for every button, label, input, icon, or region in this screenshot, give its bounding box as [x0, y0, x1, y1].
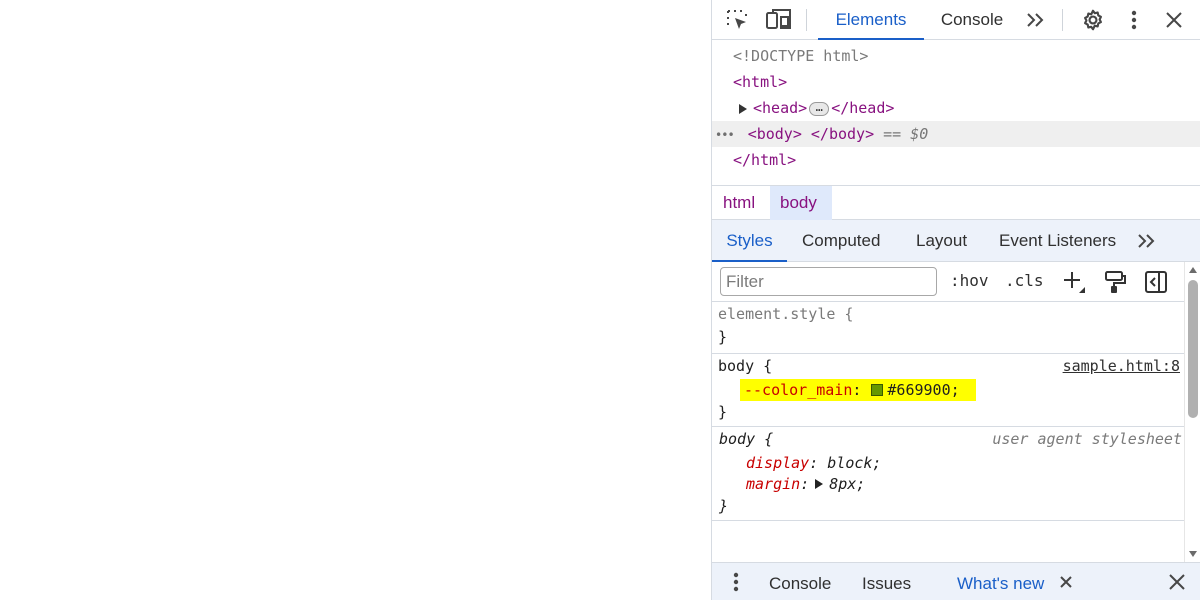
scroll-down-arrow-icon[interactable] — [1189, 551, 1197, 557]
property-name: --color_main — [744, 381, 853, 399]
drawer-tab-issues[interactable]: Issues — [862, 563, 911, 600]
body-open-tag: <body> — [747, 125, 802, 143]
scroll-thumb[interactable] — [1188, 280, 1198, 418]
styles-pane: element.style { } body { sample.html:8 -… — [712, 302, 1184, 562]
body-rule-user-agent: body { user agent stylesheet display: bl… — [712, 427, 1184, 521]
devtools-panel: Elements Console <!DOCTYPE html> <html> … — [711, 0, 1200, 600]
tab-styles[interactable]: Styles — [712, 220, 787, 262]
cls-toggle[interactable]: .cls — [1005, 271, 1044, 290]
body-rule-sample[interactable]: body { sample.html:8 --color_main: #66990… — [712, 354, 1184, 427]
dom-node-html-close[interactable]: </html> — [712, 147, 1200, 173]
doctype-text: <!DOCTYPE html> — [733, 47, 869, 65]
toggle-sidebar-icon[interactable] — [1142, 268, 1170, 296]
close-icon[interactable] — [1160, 6, 1188, 34]
property-value: block; — [827, 454, 882, 472]
styles-filter-bar: :hov .cls — [712, 262, 1184, 302]
devtools-toolbar: Elements Console — [712, 0, 1200, 40]
toolbar-separator — [1062, 9, 1063, 31]
margin-declaration: margin: 8px; — [746, 473, 865, 495]
format-paint-icon[interactable] — [1101, 268, 1129, 296]
rule-close-brace: } — [718, 403, 728, 421]
display-declaration: display: block; — [746, 452, 881, 474]
toolbar-separator — [806, 9, 807, 31]
new-style-rule-icon[interactable] — [1060, 268, 1088, 296]
custom-property-declaration[interactable]: --color_main: #669900; — [740, 379, 976, 401]
kebab-menu-icon[interactable] — [1120, 6, 1148, 34]
property-colon: : — [800, 475, 810, 493]
body-close-tag: </body> — [810, 125, 875, 143]
property-name: margin — [746, 475, 801, 493]
rule-selector: body { — [718, 357, 773, 375]
rule-close-brace: } — [718, 328, 728, 346]
filter-input[interactable] — [720, 267, 937, 296]
expand-triangle-icon[interactable] — [739, 103, 747, 114]
property-colon: : — [809, 454, 819, 472]
breadcrumb-item-body[interactable]: body — [770, 186, 832, 220]
property-value: 8px; — [829, 475, 866, 493]
inspect-element-icon[interactable] — [723, 6, 751, 34]
element-style-selector: element.style { — [718, 305, 854, 323]
drawer-tab-console[interactable]: Console — [769, 563, 831, 600]
tab-layout[interactable]: Layout — [916, 220, 967, 262]
settings-gear-icon[interactable] — [1079, 6, 1107, 34]
head-open-tag: <head> — [753, 99, 808, 117]
device-toolbar-icon[interactable] — [765, 6, 793, 34]
drawer-menu-icon[interactable] — [724, 570, 748, 594]
dom-tree: <!DOCTYPE html> <html> <head>… </head> ••… — [712, 41, 1200, 185]
dom-node-body[interactable]: ••• <body> </body> == $0 — [712, 121, 1200, 147]
page-viewport — [0, 0, 711, 600]
hov-toggle[interactable]: :hov — [950, 271, 989, 290]
html-open-tag: <html> — [733, 73, 788, 91]
collapsed-ellipsis-icon[interactable]: … — [809, 101, 830, 116]
html-close-tag: </html> — [733, 151, 797, 169]
expand-shorthand-icon[interactable] — [815, 479, 824, 489]
highlighted-declaration: --color_main: #669900; — [740, 379, 976, 401]
close-tab-icon[interactable] — [1054, 570, 1078, 594]
bottom-drawer: Console Issues What's new — [712, 562, 1200, 600]
tab-console[interactable]: Console — [934, 0, 1010, 40]
drawer-tab-whats-new[interactable]: What's new — [957, 563, 1044, 600]
color-swatch-icon[interactable] — [871, 384, 884, 396]
element-style-rule[interactable]: element.style { } — [712, 302, 1184, 354]
dom-node-head[interactable]: <head>… </head> — [712, 95, 1200, 121]
dom-node-doctype[interactable]: <!DOCTYPE html> — [712, 43, 1200, 69]
more-subtabs-icon[interactable] — [1136, 231, 1158, 255]
row-dots-icon[interactable]: ••• — [715, 128, 735, 142]
tab-computed[interactable]: Computed — [802, 220, 880, 262]
styles-scrollbar[interactable] — [1184, 262, 1200, 562]
property-name: display — [746, 454, 810, 472]
dom-node-html[interactable]: <html> — [712, 69, 1200, 95]
property-value: #669900; — [887, 381, 960, 399]
scroll-up-arrow-icon[interactable] — [1189, 267, 1197, 273]
tab-event-listeners[interactable]: Event Listeners — [999, 220, 1116, 262]
property-colon: : — [852, 381, 862, 399]
selected-marker: == $0 — [883, 125, 929, 143]
tab-elements[interactable]: Elements — [818, 0, 924, 40]
rule-close-brace: } — [719, 497, 729, 515]
breadcrumb-item-html[interactable]: html — [713, 186, 765, 220]
rule-source-link[interactable]: sample.html:8 — [1063, 355, 1180, 377]
head-close-tag: </head> — [831, 99, 895, 117]
breadcrumb: html body — [712, 185, 1200, 220]
close-drawer-icon[interactable] — [1165, 570, 1189, 594]
rule-selector: body { — [719, 430, 774, 448]
styles-subtabs: Styles Computed Layout Event Listeners — [712, 220, 1200, 262]
more-tabs-icon[interactable] — [1022, 6, 1050, 34]
user-agent-stylesheet-label: user agent stylesheet — [992, 430, 1182, 448]
